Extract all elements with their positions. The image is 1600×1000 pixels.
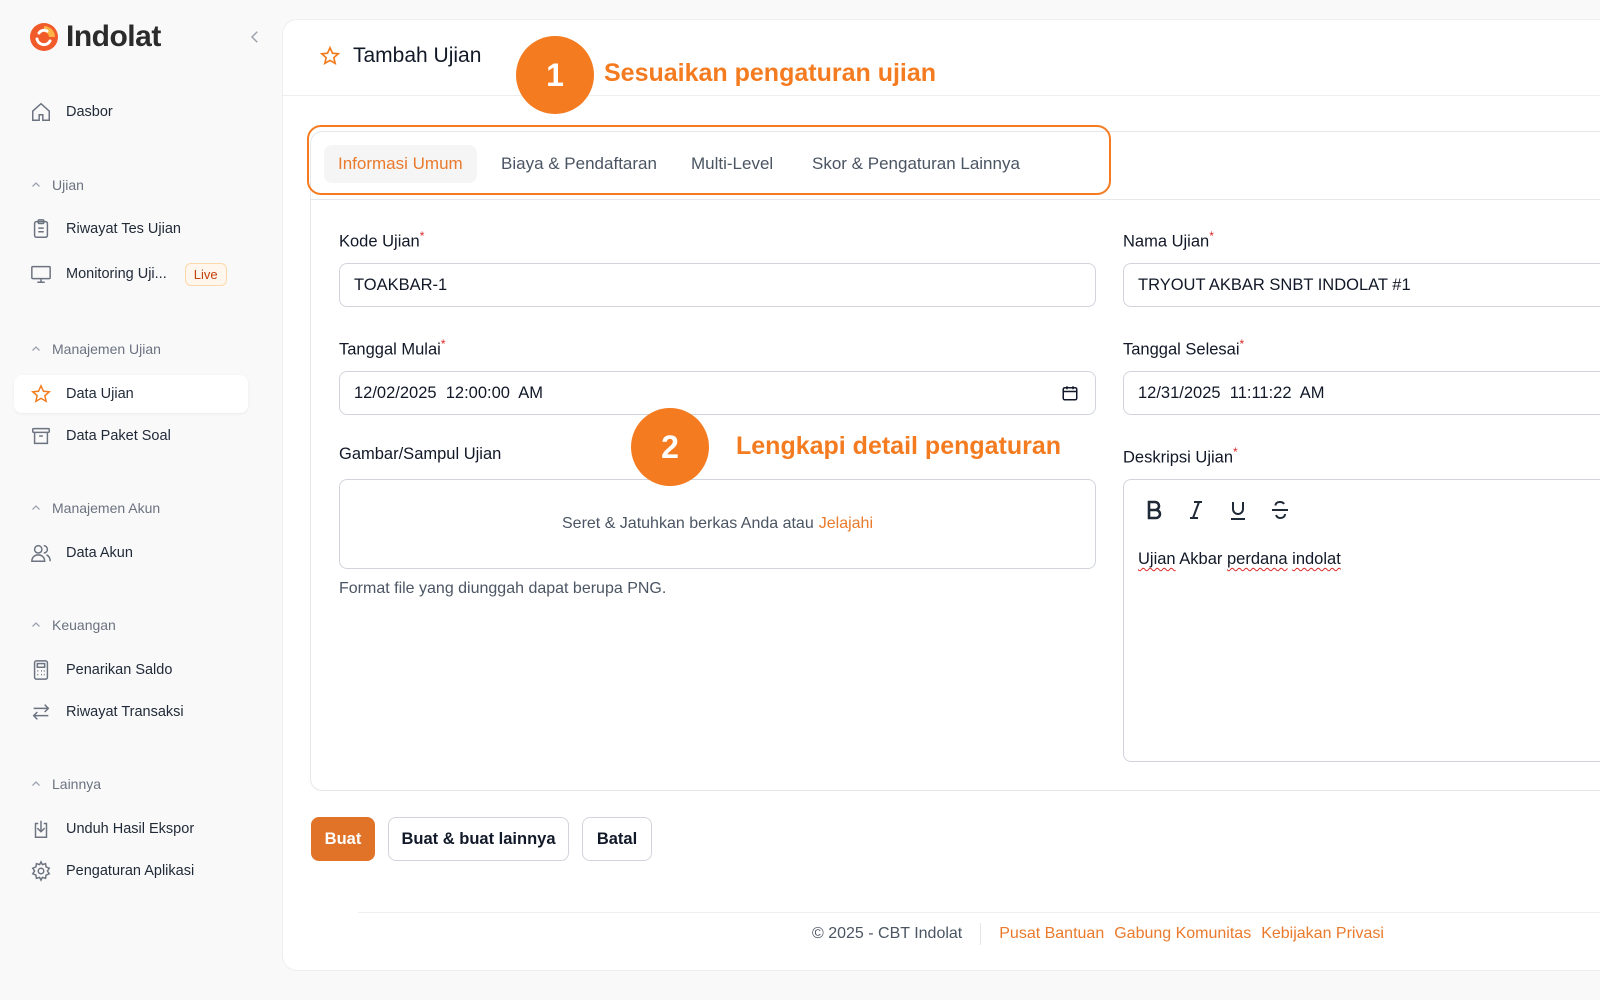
collapse-sidebar-icon[interactable] — [246, 28, 264, 46]
upload-helper-text: Format file yang diunggah dapat berupa P… — [339, 580, 667, 597]
page-header: Tambah Ujian — [283, 20, 1600, 96]
create-button[interactable]: Buat — [311, 817, 375, 861]
sidebar-item-label: Riwayat Tes Ujian — [66, 221, 181, 237]
cancel-button[interactable]: Batal — [582, 817, 652, 861]
chevron-up-icon — [32, 346, 40, 351]
sidebar-item-label: Pengaturan Aplikasi — [66, 863, 195, 879]
nama-ujian-label: Nama Ujian* — [1123, 229, 1214, 251]
sidebar-item-label: Data Ujian — [66, 386, 134, 402]
sidebar-item-data-ujian[interactable]: Data Ujian — [14, 375, 248, 413]
image-dropzone[interactable]: Seret & Jatuhkan berkas Anda atau Jelaja… — [339, 479, 1096, 569]
sidebar-item-label: Data Akun — [66, 545, 133, 561]
calendar-icon[interactable] — [1061, 384, 1079, 402]
browse-link[interactable]: Jelajahi — [819, 515, 873, 533]
tanggal-selesai-label: Tanggal Selesai* — [1123, 337, 1245, 359]
deskripsi-content[interactable]: Ujian Akbar perdana indolat — [1138, 550, 1341, 569]
sidebar-item-data-akun[interactable]: Data Akun — [14, 534, 248, 572]
chevron-up-icon — [32, 182, 40, 187]
calculator-icon — [33, 660, 49, 680]
sidebar-item-riwayat-transaksi[interactable]: Riwayat Transaksi — [14, 693, 248, 731]
footer-link-pusat-bantuan[interactable]: Pusat Bantuan — [999, 925, 1104, 943]
underline-icon[interactable] — [1226, 498, 1250, 522]
sidebar-item-label: Riwayat Transaksi — [66, 704, 184, 720]
sidebar-item-penarikan-saldo[interactable]: Penarikan Saldo — [14, 651, 248, 689]
deskripsi-editor[interactable]: Ujian Akbar perdana indolat — [1123, 479, 1600, 762]
sidebar-item-monitoring[interactable]: Monitoring Uji... Live — [14, 255, 248, 293]
sidebar-item-label: Data Paket Soal — [66, 428, 171, 444]
sidebar-item-unduh-hasil[interactable]: Unduh Hasil Ekspor — [14, 810, 248, 848]
footer-link-gabung-komunitas[interactable]: Gabung Komunitas — [1114, 925, 1251, 943]
sidebar-group-ujian[interactable]: Ujian — [30, 177, 84, 193]
chevron-up-icon — [32, 622, 40, 627]
star-icon — [30, 383, 52, 403]
clipboard-icon — [33, 219, 49, 238]
brand-logo[interactable]: Indolat — [28, 20, 161, 54]
sidebar-item-label: Dasbor — [66, 104, 113, 120]
page-title: Tambah Ujian — [319, 44, 481, 68]
nama-ujian-input[interactable]: TRYOUT AKBAR SNBT INDOLAT #1 — [1123, 263, 1600, 307]
annotation-text-1: Sesuaikan pengaturan ujian — [604, 59, 937, 87]
gambar-sampul-label: Gambar/Sampul Ujian — [339, 445, 502, 463]
deskripsi-ujian-label: Deskripsi Ujian* — [1123, 445, 1238, 467]
italic-icon[interactable] — [1184, 498, 1208, 522]
kode-ujian-label: Kode Ujian* — [339, 229, 425, 251]
sidebar-item-dashboard[interactable]: Dasbor — [14, 93, 248, 131]
sidebar-item-pengaturan-aplikasi[interactable]: Pengaturan Aplikasi — [14, 852, 248, 890]
create-another-button[interactable]: Buat & buat lainnya — [388, 817, 569, 861]
sidebar-group-lainnya[interactable]: Lainnya — [30, 776, 101, 792]
footer: © 2025 - CBT Indolat Pusat Bantuan Gabun… — [812, 922, 1394, 946]
home-icon — [32, 102, 50, 121]
live-badge: Live — [184, 262, 227, 286]
sidebar-item-label: Monitoring Uji... — [66, 266, 167, 282]
sidebar-item-riwayat-tes[interactable]: Riwayat Tes Ujian — [14, 210, 248, 248]
brand-name: Indolat — [66, 20, 161, 53]
indolat-logo-icon — [30, 23, 58, 51]
sidebar-item-label: Unduh Hasil Ekspor — [66, 821, 195, 837]
tab-multi-level[interactable]: Multi-Level — [677, 145, 787, 183]
download-icon — [34, 820, 48, 838]
sidebar-group-manajemen-akun[interactable]: Manajemen Akun — [30, 500, 160, 516]
annotation-marker-2: 2 — [631, 408, 709, 486]
sidebar-item-data-paket-soal[interactable]: Data Paket Soal — [14, 417, 248, 455]
tanggal-mulai-input[interactable]: 12/02/2025 12:00:00 AM — [339, 371, 1096, 415]
sidebar-group-manajemen-ujian[interactable]: Manajemen Ujian — [30, 341, 161, 357]
monitor-icon — [31, 265, 51, 283]
sidebar: Indolat Dasbor Ujian Riwayat Tes Ujian M… — [0, 0, 280, 1000]
annotation-text-2: Lengkapi detail pengaturan — [736, 432, 1062, 460]
gear-icon — [31, 860, 51, 882]
kode-ujian-input[interactable]: TOAKBAR-1 — [339, 263, 1096, 307]
tab-biaya-pendaftaran[interactable]: Biaya & Pendaftaran — [487, 145, 671, 183]
footer-divider — [358, 912, 1600, 913]
footer-link-kebijakan-privasi[interactable]: Kebijakan Privasi — [1261, 925, 1384, 943]
tab-informasi-umum[interactable]: Informasi Umum — [324, 145, 477, 183]
tabs-bar: Informasi Umum Biaya & Pendaftaran Multi… — [311, 132, 1600, 200]
tanggal-mulai-label: Tanggal Mulai* — [339, 337, 446, 359]
bold-icon[interactable] — [1142, 498, 1166, 522]
arrows-swap-icon — [32, 704, 50, 720]
footer-copyright: © 2025 - CBT Indolat — [812, 925, 963, 942]
annotation-marker-1: 1 — [516, 36, 594, 114]
archive-icon — [32, 427, 50, 445]
chevron-up-icon — [32, 505, 40, 510]
chevron-up-icon — [32, 781, 40, 786]
tanggal-selesai-input[interactable]: 12/31/2025 11:11:22 AM — [1123, 371, 1600, 415]
sidebar-group-keuangan[interactable]: Keuangan — [30, 617, 116, 633]
strikethrough-icon[interactable] — [1268, 498, 1292, 522]
footer-separator — [980, 923, 982, 945]
star-icon — [319, 45, 341, 65]
sidebar-item-label: Penarikan Saldo — [66, 662, 173, 678]
tab-skor-pengaturan[interactable]: Skor & Pengaturan Lainnya — [798, 145, 1034, 183]
users-icon — [31, 544, 51, 562]
